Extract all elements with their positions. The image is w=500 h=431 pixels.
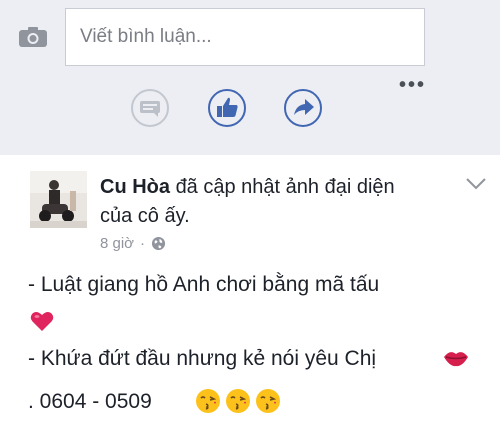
camera-icon[interactable]: [18, 26, 48, 48]
share-arrow-icon[interactable]: [283, 88, 323, 128]
post-meta: 8 giờ ·: [100, 235, 166, 252]
globe-icon: [151, 236, 166, 251]
comment-composer-area: Viết bình luận... •••: [0, 0, 500, 155]
face-blowing-kiss-emoji: [226, 389, 250, 413]
red-heart-emoji: [30, 312, 54, 331]
thumbs-up-icon[interactable]: [207, 88, 247, 128]
comment-input-placeholder: Viết bình luận...: [80, 26, 212, 47]
post-line-1: - Luật giang hồ Anh chơi bằng mã tấu: [28, 273, 380, 296]
author-name[interactable]: Cu Hòa: [100, 176, 170, 198]
more-options-icon[interactable]: •••: [399, 75, 426, 95]
post-timestamp[interactable]: 8 giờ: [100, 235, 134, 252]
feed-post: Cu Hòa đã cập nhật ảnh đại diện của cô ấ…: [0, 155, 500, 431]
kiss-mark-emoji: [444, 352, 468, 367]
avatar[interactable]: [30, 171, 87, 228]
post-line-3: . 0604 - 0509: [28, 390, 152, 413]
post-headline: Cu Hòa đã cập nhật ảnh đại diện của cô ấ…: [100, 173, 430, 231]
meta-separator: ·: [140, 235, 146, 252]
face-blowing-kiss-emoji: [196, 389, 220, 413]
comment-icon[interactable]: [130, 88, 170, 128]
comment-input[interactable]: Viết bình luận...: [65, 8, 425, 66]
post-line-2: - Khứa đứt đầu nhưng kẻ nói yêu Chị: [28, 347, 377, 370]
chevron-down-icon[interactable]: [465, 177, 487, 191]
face-blowing-kiss-emoji: [256, 389, 280, 413]
